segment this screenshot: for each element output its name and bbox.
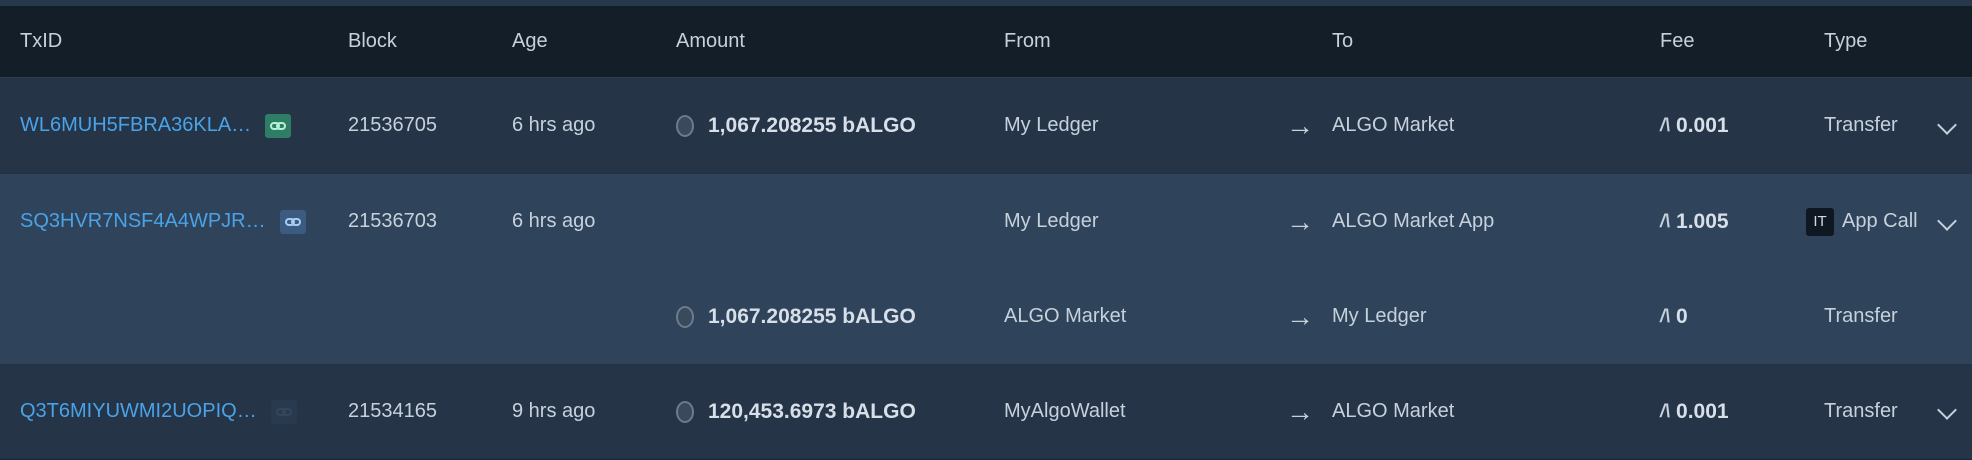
column-header-txid[interactable]: TxID [20,6,62,77]
column-header-block[interactable]: Block [348,6,397,77]
from-address[interactable]: My Ledger [1004,78,1099,173]
table-header: TxID Block Age Amount From To Fee Type [0,6,1972,78]
fee-cell: /\ 0.001 [1660,78,1729,173]
txid-cell: SQ3HVR7NSF4A4WPJR… [20,174,306,269]
link-icon[interactable] [265,113,292,138]
algo-symbol-icon: /\ [1660,211,1671,231]
from-address[interactable]: MyAlgoWallet [1004,365,1126,458]
txid-link[interactable]: WL6MUH5FBRA36KLA… [20,114,251,137]
column-header-from[interactable]: From [1004,6,1051,77]
link-icon[interactable] [279,209,306,234]
asset-coin-icon [676,400,694,423]
algo-symbol-icon: /\ [1660,306,1671,326]
asset-coin-icon [676,305,694,328]
asset-coin-icon [676,114,694,137]
amount-value: 120,453.6973 bALGO [708,399,916,423]
from-address[interactable]: ALGO Market [1004,269,1126,364]
block-number[interactable]: 21534165 [348,365,437,458]
age-text: 6 hrs ago [512,114,596,136]
to-address[interactable]: ALGO Market [1332,365,1454,458]
expand-toggle[interactable] [1932,78,1972,173]
txid-cell: Q3T6MIYUWMI2UOPIQ… [20,365,297,458]
fee-cell: /\ 0 [1660,269,1688,364]
to-address[interactable]: ALGO Market App [1332,174,1494,269]
inner-txn-badge: IT [1806,207,1834,236]
fee-value: 0 [1676,304,1688,328]
chevron-down-icon[interactable] [1937,211,1957,231]
expand-toggle[interactable] [1932,174,1972,269]
transactions-table: TxID Block Age Amount From To Fee Type W… [0,6,1972,459]
block-number[interactable]: 21536705 [348,78,437,173]
column-header-fee[interactable]: Fee [1660,6,1694,77]
link-icon[interactable] [270,399,297,424]
amount-cell: 1,067.208255 bALGO [676,269,916,364]
to-address[interactable]: My Ledger [1332,269,1427,364]
table-row[interactable]: WL6MUH5FBRA36KLA… 21536705 6 hrs ago 1,0… [0,78,1972,174]
fee-cell: /\ 0.001 [1660,365,1729,458]
type-text: App Call [1842,210,1918,232]
fee-value: 1.005 [1676,209,1729,233]
arrow-right-icon: → [1286,395,1314,427]
table-row[interactable]: SQ3HVR7NSF4A4WPJR… 21536703 6 hrs ago My… [0,174,1972,269]
age-text: 6 hrs ago [512,210,596,232]
amount-cell: 120,453.6973 bALGO [676,365,916,458]
amount-value: 1,067.208255 bALGO [708,304,916,328]
arrow-right-icon: → [1286,300,1314,332]
algo-symbol-icon: /\ [1660,115,1671,135]
block-number[interactable]: 21536703 [348,174,437,269]
column-header-type[interactable]: Type [1824,6,1867,77]
table-row[interactable]: Q3T6MIYUWMI2UOPIQ… 21534165 9 hrs ago 12… [0,365,1972,459]
chevron-down-icon[interactable] [1937,400,1957,420]
arrow-right-icon: → [1286,109,1314,141]
column-header-amount[interactable]: Amount [676,6,745,77]
chevron-down-icon[interactable] [1937,115,1957,135]
inner-transaction-row[interactable]: 1,067.208255 bALGO ALGO Market → My Ledg… [0,269,1972,364]
arrow-right-icon: → [1286,205,1314,237]
to-address[interactable]: ALGO Market [1332,78,1454,173]
fee-cell: /\ 1.005 [1660,174,1729,269]
txid-cell: WL6MUH5FBRA36KLA… [20,78,292,173]
age-text: 9 hrs ago [512,400,596,422]
fee-value: 0.001 [1676,113,1729,137]
from-address[interactable]: My Ledger [1004,174,1099,269]
type-cell: IT App Call [1806,174,1918,269]
txid-link[interactable]: SQ3HVR7NSF4A4WPJR… [20,210,266,233]
type-text: Transfer [1824,400,1898,422]
algo-symbol-icon: /\ [1660,401,1671,421]
amount-value: 1,067.208255 bALGO [708,113,916,137]
type-text: Transfer [1824,305,1898,327]
fee-value: 0.001 [1676,399,1729,423]
column-header-to[interactable]: To [1332,6,1353,77]
amount-cell: 1,067.208255 bALGO [676,78,916,173]
expand-toggle[interactable] [1932,365,1972,458]
type-text: Transfer [1824,114,1898,136]
txid-link[interactable]: Q3T6MIYUWMI2UOPIQ… [20,400,257,423]
table-row-group[interactable]: SQ3HVR7NSF4A4WPJR… 21536703 6 hrs ago My… [0,174,1972,365]
column-header-age[interactable]: Age [512,6,548,77]
